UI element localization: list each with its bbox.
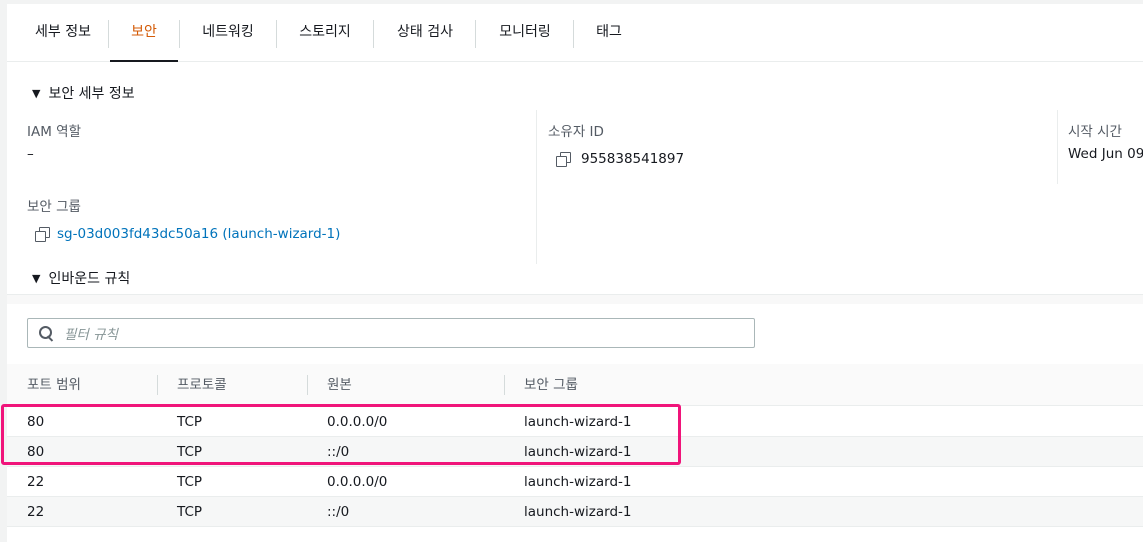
column-resizer[interactable] bbox=[307, 375, 308, 395]
column-resizer[interactable] bbox=[504, 375, 505, 395]
security-details-toggle[interactable]: ▼ 보안 세부 정보 bbox=[32, 83, 135, 103]
cell-protocol: TCP bbox=[177, 444, 203, 460]
inbound-rules-toggle[interactable]: ▼ 인바운드 규칙 bbox=[32, 268, 130, 288]
cell-port: 80 bbox=[27, 444, 45, 460]
column-header-port-range[interactable]: 포트 범위 bbox=[27, 364, 81, 406]
cell-port: 80 bbox=[27, 414, 45, 430]
copy-icon[interactable] bbox=[35, 227, 50, 242]
tab-separator bbox=[573, 20, 574, 48]
launch-time-value: Wed Jun 09 bbox=[1068, 146, 1143, 162]
column-divider bbox=[536, 110, 537, 264]
table-row[interactable]: 22 TCP ::/0 launch-wizard-1 bbox=[7, 497, 1143, 527]
tab-bar: 세부 정보 보안 네트워킹 스토리지 상태 검사 모니터링 태그 bbox=[7, 4, 1143, 62]
cell-security-group: launch-wizard-1 bbox=[524, 504, 632, 520]
table-header: 포트 범위 프로토콜 원본 보안 그룹 bbox=[7, 364, 1143, 406]
instance-security-panel: 세부 정보 보안 네트워킹 스토리지 상태 검사 모니터링 태그 ▼ 보안 세부… bbox=[0, 0, 1143, 542]
cell-port: 22 bbox=[27, 504, 45, 520]
tab-separator bbox=[108, 20, 109, 48]
search-icon bbox=[38, 325, 54, 341]
iam-role-value: – bbox=[27, 146, 34, 162]
left-gutter bbox=[0, 0, 7, 542]
cell-security-group: launch-wizard-1 bbox=[524, 444, 632, 460]
tab-networking[interactable]: 네트워킹 bbox=[181, 4, 275, 62]
caret-down-icon: ▼ bbox=[32, 271, 41, 285]
column-header-protocol[interactable]: 프로토콜 bbox=[177, 364, 227, 406]
tab-status-checks[interactable]: 상태 검사 bbox=[375, 4, 475, 62]
owner-id-value: 955838541897 bbox=[581, 151, 685, 167]
iam-role-label: IAM 역할 bbox=[27, 124, 81, 140]
security-details-header: 보안 세부 정보 bbox=[48, 86, 135, 102]
copy-icon[interactable] bbox=[556, 152, 571, 167]
column-header-source[interactable]: 원본 bbox=[327, 364, 352, 406]
cell-source: ::/0 bbox=[327, 504, 350, 520]
cell-security-group: launch-wizard-1 bbox=[524, 474, 632, 490]
cell-source: ::/0 bbox=[327, 444, 350, 460]
cell-protocol: TCP bbox=[177, 414, 203, 430]
tab-monitoring[interactable]: 모니터링 bbox=[477, 4, 573, 62]
table-row[interactable]: 80 TCP 0.0.0.0/0 launch-wizard-1 bbox=[7, 407, 1143, 437]
security-group-link[interactable]: sg-03d003fd43dc50a16 (launch-wizard-1) bbox=[57, 226, 340, 242]
column-header-security-group[interactable]: 보안 그룹 bbox=[524, 364, 578, 406]
cell-source: 0.0.0.0/0 bbox=[327, 474, 388, 490]
cell-security-group: launch-wizard-1 bbox=[524, 414, 632, 430]
cell-protocol: TCP bbox=[177, 504, 203, 520]
caret-down-icon: ▼ bbox=[32, 86, 41, 100]
tab-separator bbox=[179, 20, 180, 48]
security-group-row: sg-03d003fd43dc50a16 (launch-wizard-1) bbox=[35, 226, 340, 242]
column-resizer[interactable] bbox=[157, 375, 158, 395]
cell-source: 0.0.0.0/0 bbox=[327, 414, 388, 430]
tab-separator bbox=[373, 20, 374, 48]
tab-details[interactable]: 세부 정보 bbox=[19, 4, 107, 62]
cell-port: 22 bbox=[27, 474, 45, 490]
cell-protocol: TCP bbox=[177, 474, 203, 490]
owner-id-label: 소유자 ID bbox=[548, 124, 604, 140]
filter-rules-input[interactable]: 필터 규칙 bbox=[27, 318, 755, 348]
tab-separator bbox=[276, 20, 277, 48]
security-groups-label: 보안 그룹 bbox=[27, 199, 81, 215]
tab-storage[interactable]: 스토리지 bbox=[278, 4, 372, 62]
tab-security[interactable]: 보안 bbox=[110, 4, 178, 62]
owner-id-row: 955838541897 bbox=[556, 151, 684, 167]
inbound-rules-header: 인바운드 규칙 bbox=[48, 271, 131, 287]
launch-time-label: 시작 시간 bbox=[1068, 124, 1122, 140]
section-divider bbox=[7, 294, 1143, 304]
table-row[interactable]: 80 TCP ::/0 launch-wizard-1 bbox=[7, 437, 1143, 467]
tab-tags[interactable]: 태그 bbox=[575, 4, 643, 62]
column-divider bbox=[1057, 110, 1058, 184]
table-row[interactable]: 22 TCP 0.0.0.0/0 launch-wizard-1 bbox=[7, 467, 1143, 497]
tab-separator bbox=[475, 20, 476, 48]
filter-placeholder: 필터 규칙 bbox=[64, 327, 118, 343]
